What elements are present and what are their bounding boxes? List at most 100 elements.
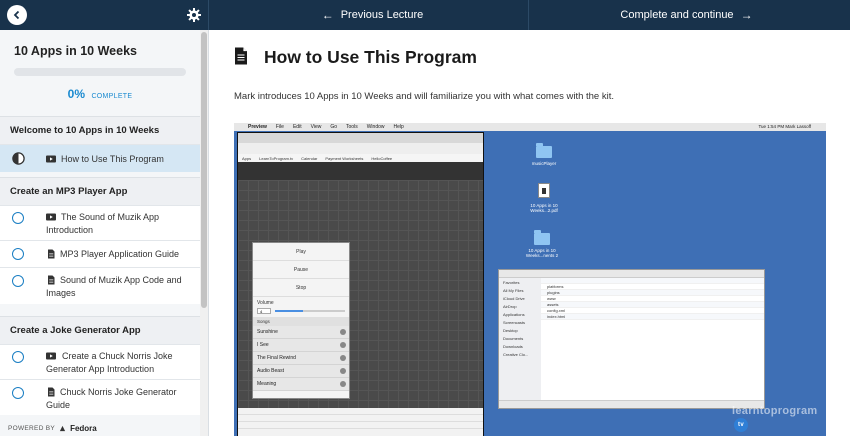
emulated-phone-app: Play Pause Stop Volume 4 Songs Sunshine …	[252, 242, 350, 399]
menubar-item: Help	[393, 124, 404, 130]
desktop-item-label: musicPlayer	[531, 161, 557, 166]
console-row	[238, 408, 483, 415]
half-circle-progress-icon	[12, 152, 25, 165]
console-row	[238, 415, 483, 422]
sidebar-scrollbar[interactable]	[200, 30, 208, 436]
bookmark: LearnToProgram.tv	[259, 155, 294, 161]
bookmark: Payment Worksheets	[325, 155, 364, 161]
lecture-label: Sound of Muzik App Code and Images	[46, 274, 192, 300]
lecture-item-sound-of-muzik-intro[interactable]: The Sound of Muzik App Introduction	[0, 205, 200, 240]
lecture-label-text: Chuck Norris Joke Generator Guide	[46, 387, 177, 410]
powered-by-footer[interactable]: POWERED BY Fedora	[0, 420, 200, 436]
chevron-right-icon	[340, 368, 346, 374]
course-header: 10 Apps in 10 Weeks 0% COMPLETE	[0, 30, 200, 116]
gear-icon[interactable]	[186, 7, 202, 23]
top-bar: ← Previous Lecture Complete and continue…	[0, 0, 850, 30]
video-watermark: learntoprogramtv	[732, 405, 826, 432]
incomplete-circle-icon	[12, 212, 24, 224]
menubar-item: Preview	[248, 124, 267, 130]
lecture-label-text: Sound of Muzik App Code and Images	[46, 275, 182, 298]
previous-lecture-button[interactable]: ← Previous Lecture	[210, 0, 529, 30]
video-browser-window: Apps LearnToProgram.tv Calendar Payment …	[237, 132, 484, 436]
incomplete-circle-icon	[12, 248, 24, 260]
lecture-item-how-to-use[interactable]: How to Use This Program	[0, 144, 200, 172]
video-finder-window: Favorites All My Files iCloud Drive AirD…	[498, 269, 765, 409]
course-sidebar: 10 Apps in 10 Weeks 0% COMPLETE Welcome …	[0, 30, 209, 436]
back-button[interactable]	[7, 5, 27, 25]
browser-bookmarks: Apps LearnToProgram.tv Calendar Payment …	[238, 154, 483, 162]
watermark-badge: tv	[734, 418, 748, 432]
song-item: Audio Beast	[253, 365, 349, 378]
video-player[interactable]: Preview File Edit View Go Tools Window H…	[234, 123, 826, 436]
song-name: The Final Rewind	[257, 355, 296, 361]
browser-device-toolbar	[238, 162, 483, 180]
finder-sidebar-item: AirDrop	[503, 303, 517, 309]
progress-word: COMPLETE	[91, 93, 133, 100]
song-item: Sunshine	[253, 326, 349, 339]
bookmark: HelloCoffee	[371, 155, 393, 161]
songs-header: Songs	[253, 317, 349, 326]
song-name: Audio Beast	[257, 368, 284, 374]
browser-url-bar	[238, 143, 483, 154]
sidebar-scroll-thumb[interactable]	[201, 32, 207, 308]
section-header[interactable]: Welcome to 10 Apps in 10 Weeks	[0, 116, 200, 144]
lecture-item-chuck-norris-guide[interactable]: Chuck Norris Joke Generator Guide	[0, 379, 200, 415]
arrow-right-icon: →	[740, 8, 753, 22]
chevron-right-icon	[340, 381, 346, 387]
powered-by-brand: Fedora	[70, 423, 97, 433]
pause-button: Pause	[253, 261, 349, 279]
song-name: I See	[257, 342, 269, 348]
section-header[interactable]: Create an MP3 Player App	[0, 177, 200, 205]
finder-sidebar-item: Screencasts	[503, 319, 526, 325]
finder-sidebar: Favorites All My Files iCloud Drive AirD…	[499, 278, 541, 402]
lecture-label: Chuck Norris Joke Generator Guide	[46, 386, 192, 412]
folder-icon	[534, 230, 550, 245]
volume-label: Volume	[257, 300, 274, 306]
lecture-label-text: Create a Chuck Norris Joke Generator App…	[46, 351, 173, 374]
song-item: I See	[253, 339, 349, 352]
incomplete-circle-icon	[12, 275, 24, 287]
menubar-item: Edit	[292, 124, 302, 130]
menubar-item: View	[310, 124, 322, 130]
finder-sidebar-item: All My Files	[503, 287, 524, 293]
lecture-description: Mark introduces 10 Apps in 10 Weeks and …	[234, 91, 614, 102]
menubar-item: Tools	[346, 124, 358, 130]
incomplete-circle-icon	[12, 387, 24, 399]
lecture-item-chuck-norris-intro[interactable]: Create a Chuck Norris Joke Generator App…	[0, 344, 200, 379]
finder-sidebar-item: Favorites	[503, 279, 520, 285]
console-row	[238, 422, 483, 429]
menubar-item: Window	[366, 124, 385, 130]
progress-text: 0% COMPLETE	[0, 85, 200, 103]
finder-sidebar-item: Downloads	[503, 343, 523, 349]
complete-continue-label: Complete and continue	[620, 9, 734, 21]
finder-titlebar	[499, 270, 764, 278]
complete-continue-button[interactable]: Complete and continue →	[530, 0, 850, 30]
browser-tabs	[238, 133, 483, 143]
finder-sidebar-item: Applications	[503, 311, 525, 317]
browser-devtools-console	[238, 408, 483, 436]
document-icon	[235, 47, 247, 65]
lecture-label: How to Use This Program	[61, 154, 164, 164]
powered-by-label: POWERED BY	[8, 424, 56, 432]
menubar-item: File	[275, 124, 284, 130]
section-header[interactable]: Create a Joke Generator App	[0, 316, 200, 344]
finder-statusbar	[499, 400, 764, 408]
song-item: The Final Rewind	[253, 352, 349, 365]
finder-sidebar-item: Creative Clo...	[503, 351, 529, 357]
course-title: 10 Apps in 10 Weeks	[14, 44, 137, 58]
progress-percent: 0%	[67, 87, 85, 101]
volume-number: 4	[260, 309, 263, 314]
chevron-right-icon	[340, 342, 346, 348]
desktop-item-label: 10 Apps in 10 Weeks...2.pdf	[530, 203, 558, 213]
volume-track	[275, 310, 345, 312]
chevron-right-icon	[340, 329, 346, 335]
top-bar-left	[0, 0, 209, 30]
watermark-text: learntoprogram	[732, 405, 818, 417]
arrow-left-icon: ←	[321, 8, 334, 22]
incomplete-circle-icon	[12, 351, 24, 363]
lecture-item-sound-of-muzik-code[interactable]: Sound of Muzik App Code and Images	[0, 267, 200, 304]
volume-value: 4	[257, 308, 271, 314]
lecture-item-mp3-guide[interactable]: MP3 Player Application Guide	[0, 240, 200, 267]
finder-file-list: platforms plugins www assets config.xml …	[541, 278, 764, 402]
progress-bar	[14, 68, 186, 76]
